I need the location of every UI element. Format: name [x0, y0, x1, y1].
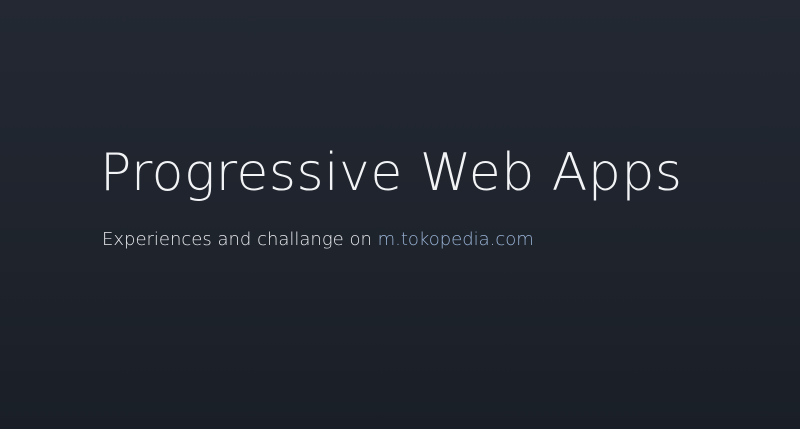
- subtitle-text: Experiences and challange on: [102, 229, 378, 250]
- tokopedia-link[interactable]: m.tokopedia.com: [378, 229, 534, 250]
- slide: Progressive Web Apps Experiences and cha…: [0, 0, 800, 429]
- slide-title: Progressive Web Apps: [100, 143, 683, 203]
- slide-subtitle: Experiences and challange on m.tokopedia…: [102, 228, 534, 251]
